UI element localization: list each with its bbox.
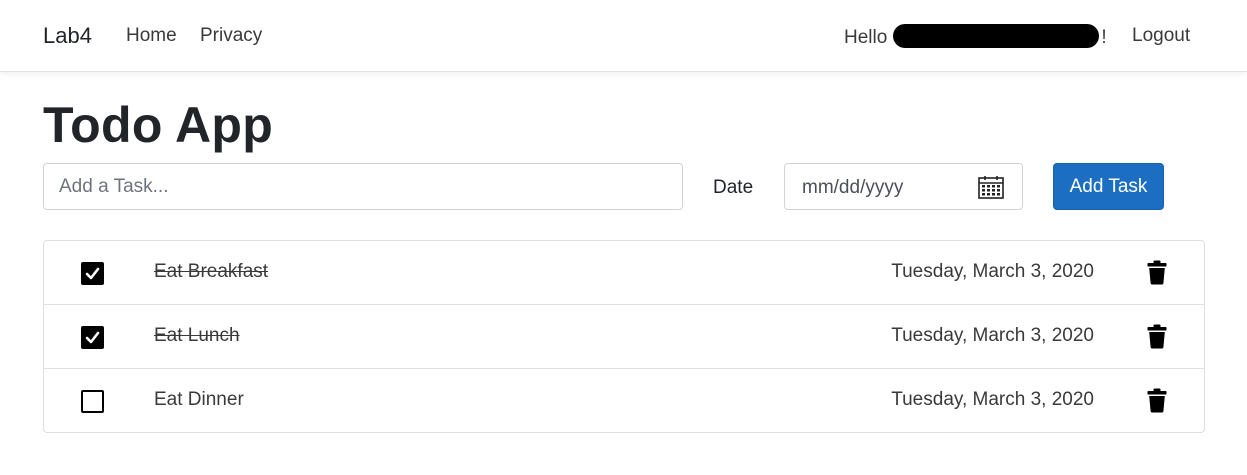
task-list: Eat Breakfast Tuesday, March 3, 2020 Eat…: [43, 240, 1205, 433]
navbar: Lab4 Home Privacy Hello! Logout: [0, 0, 1247, 72]
task-checkbox[interactable]: [81, 262, 104, 285]
task-checkbox[interactable]: [81, 390, 104, 413]
greeting-suffix: !: [1101, 27, 1107, 48]
trash-icon[interactable]: [1147, 388, 1167, 413]
nav-link-privacy[interactable]: Privacy: [200, 25, 262, 47]
task-checkbox[interactable]: [81, 326, 104, 349]
task-text: Eat Lunch: [154, 325, 240, 346]
page-title: Todo App: [43, 97, 274, 153]
task-date: Tuesday, March 3, 2020: [891, 389, 1094, 410]
trash-icon[interactable]: [1147, 324, 1167, 349]
task-date: Tuesday, March 3, 2020: [891, 325, 1094, 346]
task-date: Tuesday, March 3, 2020: [891, 261, 1094, 282]
date-label: Date: [713, 177, 754, 198]
logout-link[interactable]: Logout: [1132, 25, 1190, 47]
task-row: Eat Lunch Tuesday, March 3, 2020: [44, 305, 1204, 369]
trash-icon[interactable]: [1147, 260, 1167, 285]
check-icon: [85, 267, 100, 280]
nav-link-home[interactable]: Home: [126, 25, 177, 47]
task-row: Eat Dinner Tuesday, March 3, 2020: [44, 369, 1204, 432]
calendar-icon[interactable]: [978, 175, 1004, 199]
check-icon: [85, 331, 100, 344]
redacted-username: [893, 24, 1100, 48]
task-row: Eat Breakfast Tuesday, March 3, 2020: [44, 241, 1204, 305]
brand-link[interactable]: Lab4: [43, 23, 92, 49]
date-placeholder: mm/dd/yyyy: [802, 177, 904, 198]
task-input[interactable]: [43, 163, 683, 210]
date-input[interactable]: mm/dd/yyyy: [784, 163, 1023, 210]
greeting-text: Hello: [844, 27, 888, 48]
user-greeting: Hello!: [844, 24, 1107, 49]
task-text: Eat Breakfast: [154, 261, 269, 282]
add-task-button[interactable]: Add Task: [1053, 163, 1164, 210]
task-text: Eat Dinner: [154, 389, 244, 410]
